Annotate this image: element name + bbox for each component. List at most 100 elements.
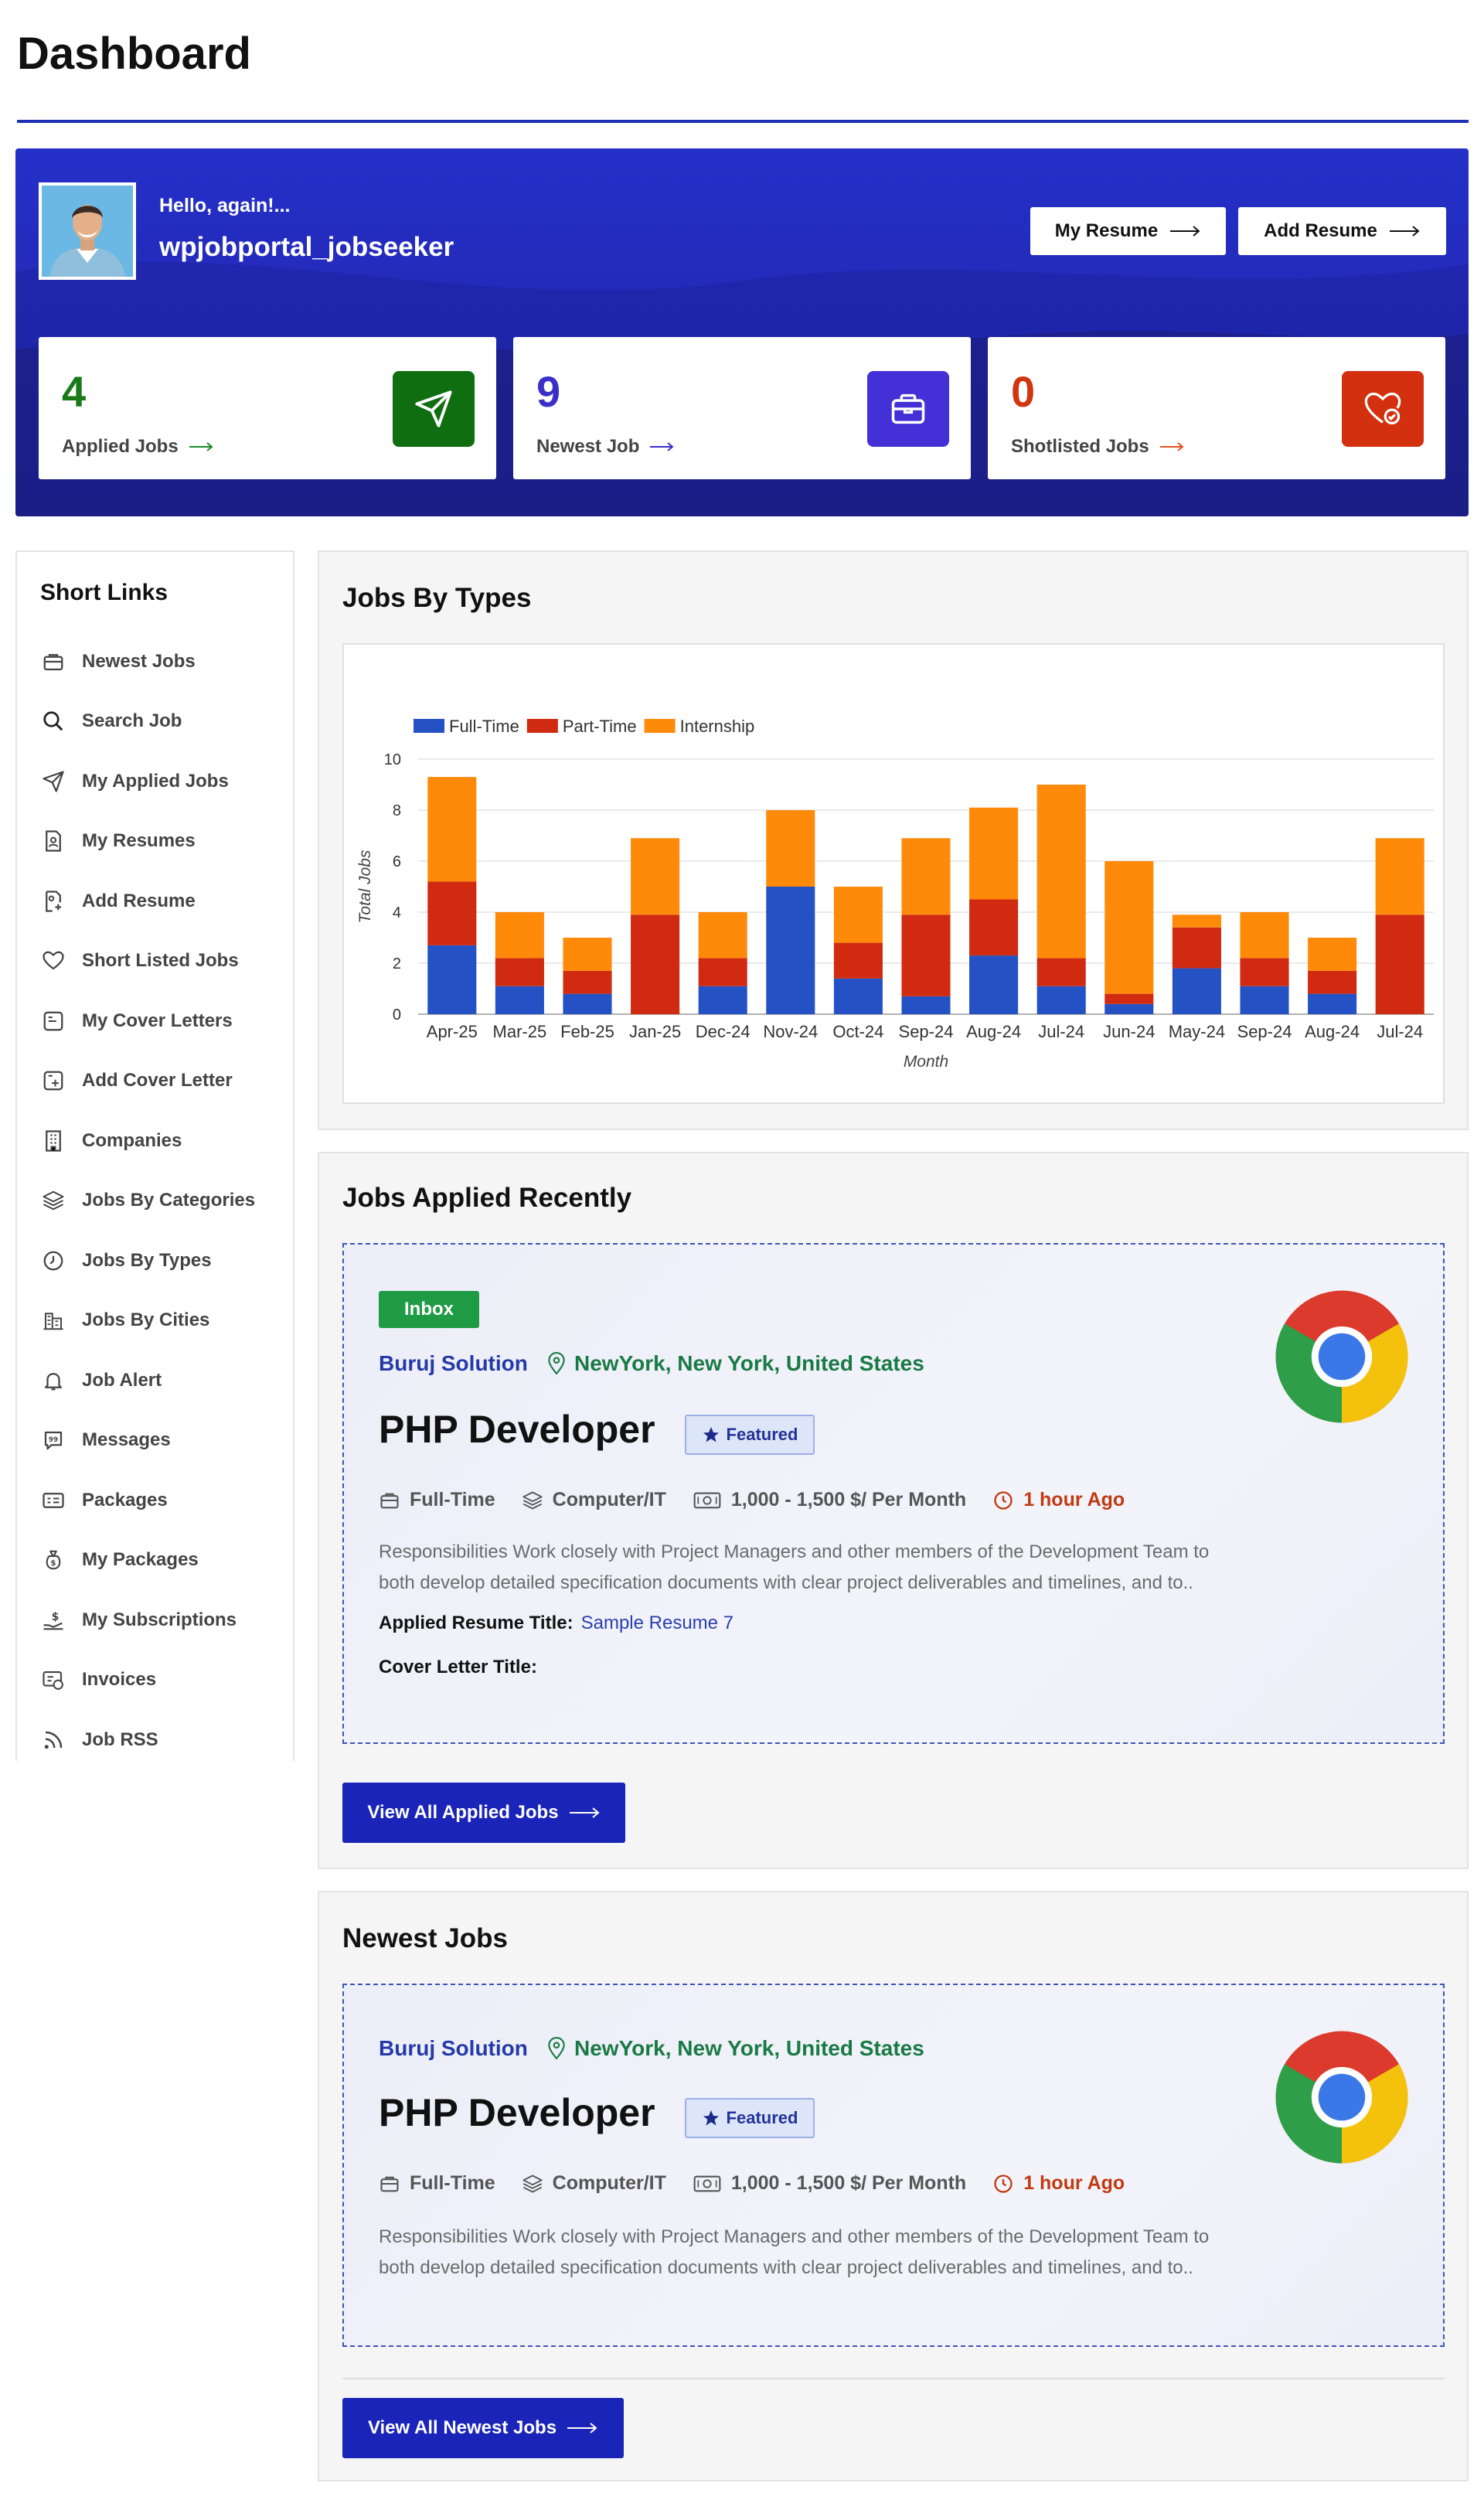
sidebar-item-job-alert[interactable]: Job Alert	[40, 1365, 162, 1396]
svg-text:$: $	[52, 1611, 60, 1623]
layers-icon	[522, 1491, 543, 1509]
featured-badge: Featured	[685, 2098, 815, 2138]
page-title: Dashboard	[17, 29, 251, 79]
job-meta-row: Full-Time Computer/IT 1,000 - 1,500 $/ P…	[379, 2172, 1151, 2195]
bar-segment	[1172, 968, 1221, 1014]
applied-resume-link[interactable]: Sample Resume 7	[581, 1613, 733, 1633]
bar-segment	[1308, 993, 1357, 1014]
bar-segment	[1240, 912, 1289, 959]
greeting-text: Hello, again!...	[159, 195, 291, 216]
shortlisted-jobs-link[interactable]: Shotlisted Jobs	[1011, 436, 1185, 458]
money-icon	[693, 1492, 721, 1508]
sidebar-item-jobs-by-types[interactable]: Jobs By Types	[40, 1245, 212, 1276]
job-salary-text: 1,000 - 1,500 $/ Per Month	[730, 1489, 967, 1510]
sidebar-item-my-resumes[interactable]: My Resumes	[40, 826, 196, 857]
view-all-newest-jobs-button[interactable]: View All Newest Jobs	[342, 2398, 624, 2458]
sidebar-item-packages[interactable]: Packages	[40, 1485, 168, 1516]
bell-icon	[40, 1367, 66, 1394]
company-link[interactable]: Buruj Solution	[379, 1351, 528, 1376]
sidebar-item-label: Invoices	[82, 1669, 157, 1690]
newest-job-count: 9	[536, 367, 561, 416]
rss-icon	[40, 1727, 66, 1753]
location-pin-icon	[548, 1352, 565, 1375]
y-tick-label: 10	[384, 751, 401, 768]
sidebar-item-jobs-by-cities[interactable]: Jobs By Cities	[40, 1305, 209, 1336]
arrow-right-icon	[1389, 226, 1420, 237]
bar-segment	[901, 838, 951, 915]
bar-segment	[833, 887, 883, 943]
job-description-line: Responsibilities Work closely with Proje…	[379, 1541, 1210, 1562]
sidebar-item-my-subscriptions[interactable]: $ My Subscriptions	[40, 1605, 237, 1636]
sidebar-item-label: Add Resume	[82, 891, 196, 911]
my-resume-label: My Resume	[1054, 220, 1159, 241]
add-resume-button[interactable]: Add Resume	[1238, 207, 1446, 255]
location-text: NewYork, New York, United States	[574, 2036, 924, 2060]
job-category: Computer/IT	[522, 1489, 666, 1511]
sidebar-item-label: Job RSS	[82, 1729, 158, 1750]
panel-title: Jobs Applied Recently	[342, 1183, 632, 1213]
avatar	[39, 182, 136, 280]
x-tick-label: May-24	[1169, 1022, 1225, 1041]
subscription-icon: $	[40, 1607, 66, 1633]
title-divider	[17, 120, 1469, 123]
newest-job-card[interactable]: Buruj Solution NewYork, New York, United…	[342, 1984, 1445, 2347]
applied-jobs-link[interactable]: Applied Jobs	[62, 436, 214, 458]
job-description-line: both develop detailed specification docu…	[379, 2257, 1193, 2278]
x-tick-label: Apr-25	[427, 1022, 478, 1041]
y-tick-label: 4	[393, 904, 401, 921]
sidebar-item-search-job[interactable]: Search Job	[40, 706, 182, 737]
x-tick-label: Feb-25	[560, 1022, 614, 1041]
applied-job-card[interactable]: Inbox Buruj Solution NewYork, New York, …	[342, 1243, 1445, 1744]
bar-segment	[563, 938, 612, 971]
x-tick-label: Jun-24	[1103, 1022, 1155, 1041]
bar-segment	[1240, 986, 1289, 1014]
applied-resume-label: Applied Resume Title:	[379, 1613, 574, 1633]
sidebar-item-my-applied-jobs[interactable]: My Applied Jobs	[40, 766, 229, 797]
bar-segment	[698, 986, 747, 1014]
view-all-applied-jobs-button[interactable]: View All Applied Jobs	[342, 1783, 625, 1843]
sidebar-item-invoices[interactable]: Invoices	[40, 1664, 156, 1695]
shortlisted-jobs-card[interactable]: 0 Shotlisted Jobs	[988, 337, 1445, 479]
sidebar-item-my-cover-letters[interactable]: My Cover Letters	[40, 1006, 233, 1037]
job-posted-text: 1 hour Ago	[1023, 2172, 1125, 2194]
job-title-link[interactable]: PHP Developer	[379, 2090, 655, 2135]
legend-swatch	[414, 719, 444, 733]
my-resume-button[interactable]: My Resume	[1030, 207, 1226, 255]
newest-job-link[interactable]: Newest Job	[536, 436, 675, 458]
bar-segment	[1375, 838, 1424, 915]
bar-segment	[901, 914, 951, 996]
chart-canvas: 0 2 4 6 8 10 Apr-25 Mar-25 Feb-25 Jan-25 Dec-24 Nov…	[356, 717, 1434, 1071]
applied-jobs-card[interactable]: 4 Applied Jobs	[39, 337, 496, 479]
paper-plane-icon	[40, 768, 66, 795]
briefcase-icon	[380, 2176, 399, 2192]
job-title-link[interactable]: PHP Developer	[379, 1407, 655, 1452]
add-cover-letter-icon	[40, 1068, 66, 1094]
sidebar-item-short-listed-jobs[interactable]: Short Listed Jobs	[40, 945, 239, 976]
x-tick-label: Aug-24	[1305, 1022, 1360, 1041]
sidebar-item-label: Packages	[82, 1490, 168, 1510]
sidebar-item-add-cover-letter[interactable]: Add Cover Letter	[40, 1065, 233, 1096]
job-type: Full-Time	[379, 2172, 495, 2195]
sidebar-item-newest-jobs[interactable]: Newest Jobs	[40, 646, 196, 677]
sidebar-item-my-packages[interactable]: $ My Packages	[40, 1545, 199, 1575]
job-salary: 1,000 - 1,500 $/ Per Month	[693, 1489, 966, 1511]
sidebar-item-label: Newest Jobs	[82, 651, 196, 672]
clock-icon	[994, 1490, 1013, 1510]
bar-segment	[833, 978, 883, 1014]
legend-swatch	[526, 719, 558, 733]
svg-text:99: 99	[49, 1436, 58, 1444]
bar-segment	[766, 810, 815, 887]
sidebar-item-messages[interactable]: 99 Messages	[40, 1425, 171, 1456]
sidebar-item-companies[interactable]: Companies	[40, 1126, 182, 1156]
bar-segment	[1375, 914, 1424, 1014]
resume-icon	[40, 828, 66, 854]
sidebar-item-add-resume[interactable]: Add Resume	[40, 886, 196, 917]
sidebar-item-job-rss[interactable]: Job RSS	[40, 1725, 158, 1756]
sidebar-item-jobs-by-categories[interactable]: Jobs By Categories	[40, 1185, 255, 1216]
company-link[interactable]: Buruj Solution	[379, 2036, 528, 2061]
sidebar-item-label: Jobs By Cities	[82, 1310, 210, 1330]
newest-job-card[interactable]: 9 Newest Job	[513, 337, 971, 479]
legend-swatch	[644, 719, 676, 733]
x-tick-label: Aug-24	[966, 1022, 1021, 1041]
x-tick-label: Jul-24	[1038, 1022, 1084, 1041]
